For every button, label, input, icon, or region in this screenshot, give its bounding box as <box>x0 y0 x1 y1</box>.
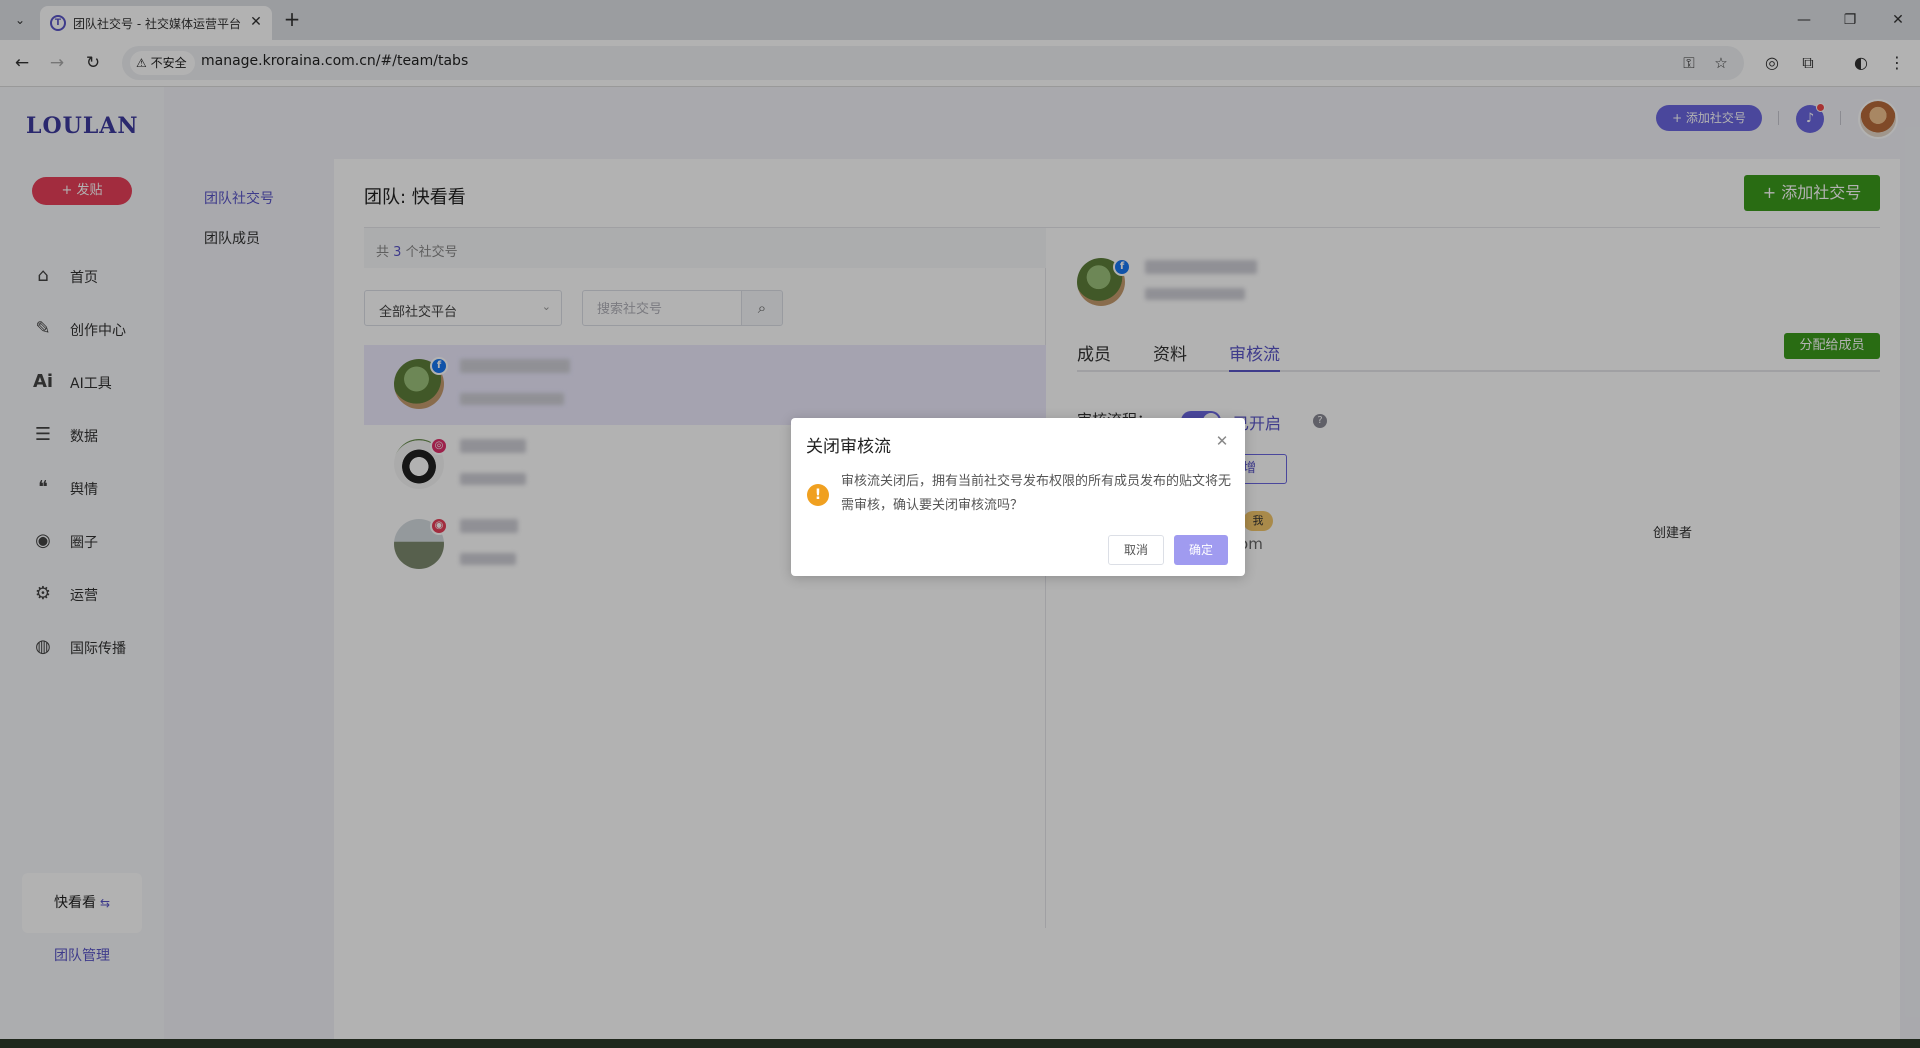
warning-icon: ! <box>807 484 829 506</box>
dialog-message: 审核流关闭后，拥有当前社交号发布权限的所有成员发布的贴文将无需审核，确认要关闭审… <box>841 474 1232 513</box>
close-review-flow-dialog: 关闭审核流 ✕ ! 审核流关闭后，拥有当前社交号发布权限的所有成员发布的贴文将无… <box>791 418 1245 576</box>
confirm-button[interactable]: 确定 <box>1174 535 1228 565</box>
close-icon[interactable]: ✕ <box>1212 431 1232 451</box>
cancel-button[interactable]: 取消 <box>1108 535 1164 565</box>
dialog-title: 关闭审核流 <box>806 437 891 457</box>
